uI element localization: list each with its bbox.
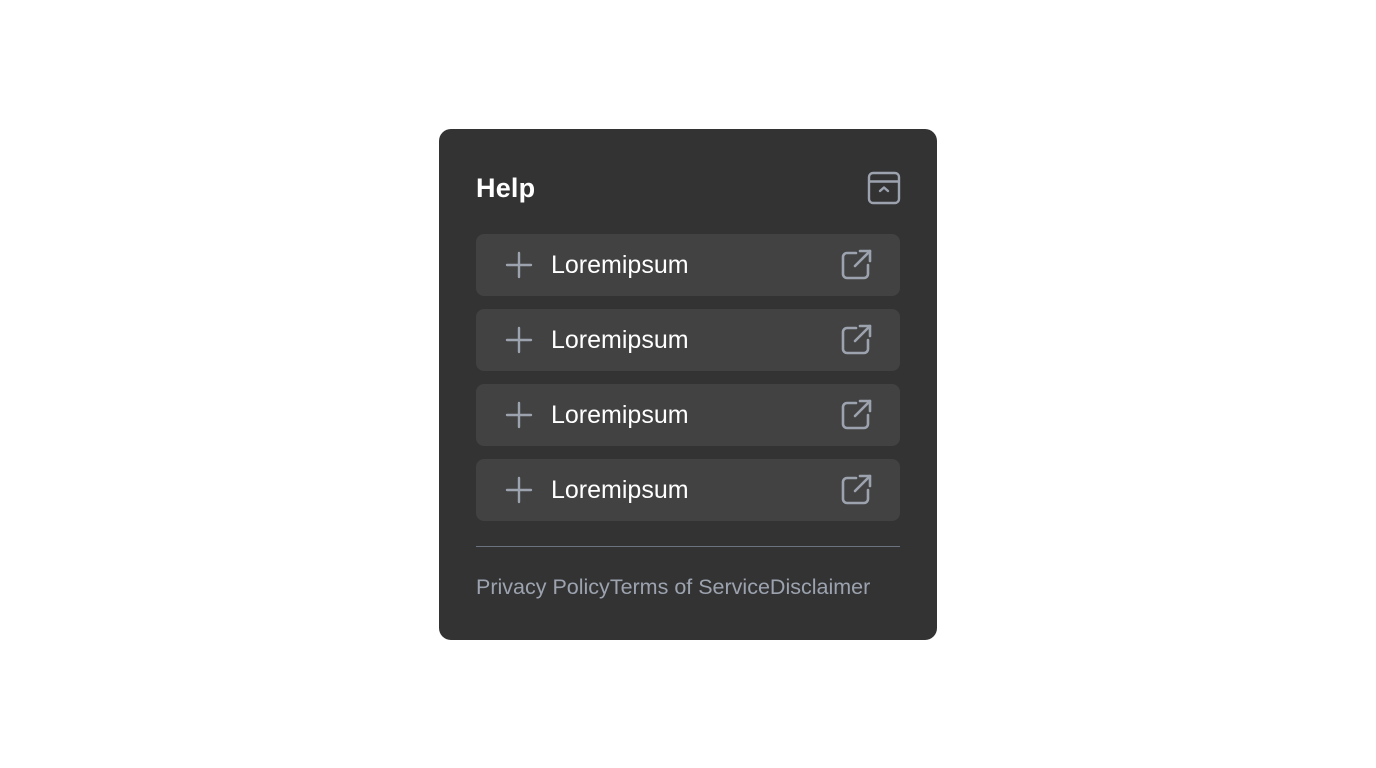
external-link-icon[interactable] <box>838 397 874 433</box>
help-link-label: Loremipsum <box>551 400 689 429</box>
plus-icon <box>505 401 533 429</box>
plus-icon <box>505 251 533 279</box>
external-link-icon[interactable] <box>838 472 874 508</box>
plus-icon <box>505 326 533 354</box>
help-panel: Help Loremipsum Loremipsum Loremipsum Lo… <box>439 129 937 640</box>
privacy-policy-link[interactable]: Privacy Policy <box>476 575 610 600</box>
panel-title: Help <box>476 172 536 203</box>
plus-icon <box>505 476 533 504</box>
disclaimer-link[interactable]: Disclaimer <box>770 575 870 600</box>
help-link-item[interactable]: Loremipsum <box>476 309 900 371</box>
terms-of-service-link[interactable]: Terms of Service <box>610 575 770 600</box>
help-link-label: Loremipsum <box>551 475 689 504</box>
help-link-item[interactable]: Loremipsum <box>476 234 900 296</box>
external-link-icon[interactable] <box>838 247 874 283</box>
footer-divider <box>476 546 900 547</box>
footer-links: Privacy Policy Terms of Service Disclaimer <box>476 571 900 603</box>
panel-header: Help <box>476 166 902 210</box>
help-link-item[interactable]: Loremipsum <box>476 459 900 521</box>
collapse-panel-button[interactable] <box>866 170 902 206</box>
help-link-label: Loremipsum <box>551 250 689 279</box>
external-link-icon[interactable] <box>838 322 874 358</box>
panel-collapse-icon <box>867 171 901 205</box>
help-link-item[interactable]: Loremipsum <box>476 384 900 446</box>
help-links-list: Loremipsum Loremipsum Loremipsum Loremip… <box>476 234 900 534</box>
help-link-label: Loremipsum <box>551 325 689 354</box>
